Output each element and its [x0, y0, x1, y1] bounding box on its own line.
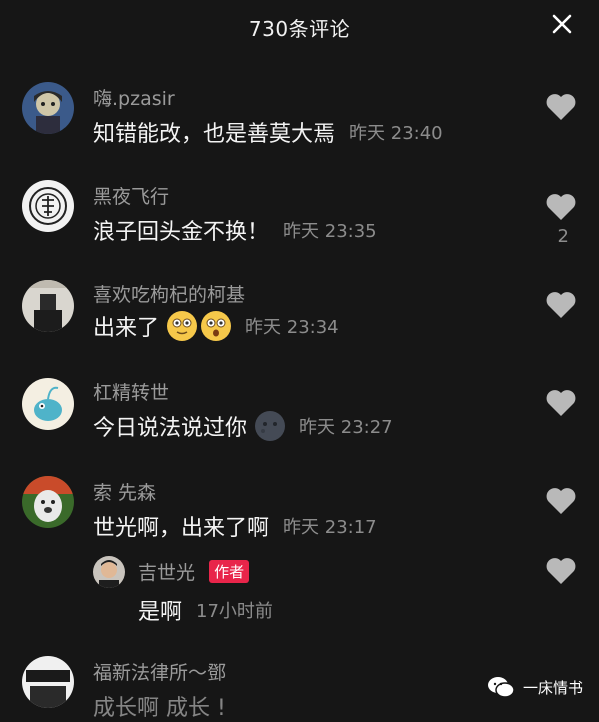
- astonished-face-emoji-icon: [201, 311, 232, 341]
- comment-text: 浪子回头金不换！: [93, 220, 270, 245]
- comment-username[interactable]: 黑夜飞行: [93, 182, 169, 209]
- dizzy-face-emoji-icon: [167, 311, 198, 341]
- avatar[interactable]: [93, 556, 125, 588]
- heart-icon[interactable]: [545, 92, 577, 122]
- comment-username[interactable]: 嗨.pzasir: [93, 84, 175, 111]
- heart-icon[interactable]: [545, 486, 577, 516]
- comment-body: 知错能改，也是善莫大焉 昨天 23:40: [93, 116, 443, 148]
- avatar[interactable]: [22, 82, 74, 134]
- close-icon[interactable]: [551, 13, 573, 35]
- new-moon-face-emoji-icon: [255, 411, 286, 441]
- heart-icon[interactable]: [545, 388, 577, 418]
- comment-time: 昨天 23:40: [349, 123, 443, 144]
- comment-text: 世光啊，出来了啊: [93, 516, 270, 541]
- heart-icon[interactable]: [545, 192, 577, 222]
- reply-username[interactable]: 吉世光: [138, 562, 195, 584]
- comment-time: 昨天 23:27: [299, 417, 393, 438]
- reply-time: 17小时前: [196, 601, 273, 622]
- avatar[interactable]: [22, 180, 74, 232]
- comments-header: 730条评论: [0, 0, 599, 50]
- comment-text: 成长啊 成长 !: [93, 696, 226, 721]
- watermark: 一床情书: [487, 675, 583, 699]
- heart-icon[interactable]: [545, 290, 577, 320]
- avatar[interactable]: [22, 280, 74, 332]
- comment-body: 世光啊，出来了啊 昨天 23:17: [93, 510, 377, 542]
- comment-username[interactable]: 杠精转世: [93, 378, 169, 405]
- comment-time: 昨天 23:17: [283, 517, 377, 538]
- reply-text: 是啊: [138, 600, 183, 625]
- comment-body: 成长啊 成长 !: [93, 690, 226, 722]
- reply-body: 是啊 17小时前: [138, 594, 273, 626]
- reply-username-line: 吉世光 作者: [138, 558, 250, 585]
- heart-icon[interactable]: [545, 556, 577, 586]
- comment-username[interactable]: 福新法律所～鄧: [93, 658, 226, 685]
- wechat-icon: [487, 675, 515, 699]
- avatar[interactable]: [22, 378, 74, 430]
- comment-body: 今日说法说过你 昨天 23:27: [93, 410, 393, 442]
- watermark-text: 一床情书: [522, 678, 583, 697]
- comment-time: 昨天 23:35: [283, 221, 377, 242]
- comment-body: 浪子回头金不换！ 昨天 23:35: [93, 214, 377, 246]
- comment-text: 今日说法说过你: [93, 416, 248, 441]
- comment-text: 知错能改，也是善莫大焉: [93, 122, 336, 147]
- comment-body: 出来了 昨天 23:34: [93, 310, 339, 342]
- comment-time: 昨天 23:34: [245, 317, 339, 338]
- comment-count-title: 730条评论: [248, 17, 351, 41]
- avatar[interactable]: [22, 476, 74, 528]
- comment-username[interactable]: 索 先森: [93, 478, 156, 505]
- avatar[interactable]: [22, 656, 74, 708]
- like-count: 2: [557, 226, 569, 247]
- comment-username[interactable]: 喜欢吃枸杞的柯基: [93, 280, 245, 307]
- author-badge: 作者: [209, 560, 250, 583]
- comment-text: 出来了: [93, 316, 160, 341]
